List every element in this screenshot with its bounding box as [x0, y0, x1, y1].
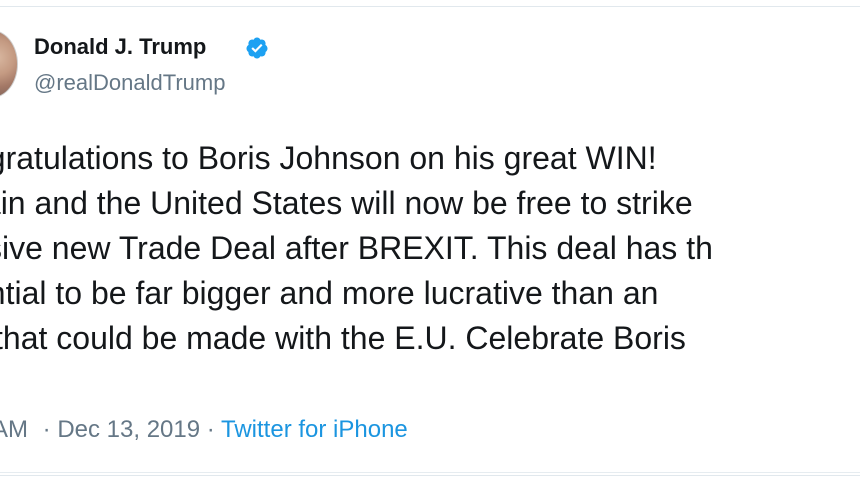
tweet-text-line: tain and the United States will now be f…	[0, 185, 693, 221]
tweet-text-line: ngratulations to Boris Johnson on his gr…	[0, 140, 657, 176]
tweet-text-line: l that could be made with the E.U. Celeb…	[0, 320, 686, 356]
tweet-meta: AM · Dec 13, 2019 · Twitter for iPhone	[0, 416, 408, 444]
tweet-text: ngratulations to Boris Johnson on his gr…	[0, 136, 860, 361]
meta-separator: ·	[200, 416, 222, 443]
tweet-date[interactable]: Dec 13, 2019	[57, 416, 200, 443]
meta-separator: ·	[36, 416, 58, 443]
verified-badge-icon	[246, 37, 268, 59]
tweet-time[interactable]: AM	[0, 416, 28, 443]
author-display-name[interactable]: Donald J. Trump	[34, 34, 206, 60]
tweet-source-link[interactable]: Twitter for iPhone	[221, 416, 408, 443]
tweet-text-line: ssive new Trade Deal after BREXIT. This …	[0, 230, 713, 266]
divider	[0, 472, 860, 473]
tweet-text-line: ential to be far bigger and more lucrati…	[0, 275, 659, 311]
author-handle[interactable]: @realDonaldTrump	[34, 70, 225, 96]
